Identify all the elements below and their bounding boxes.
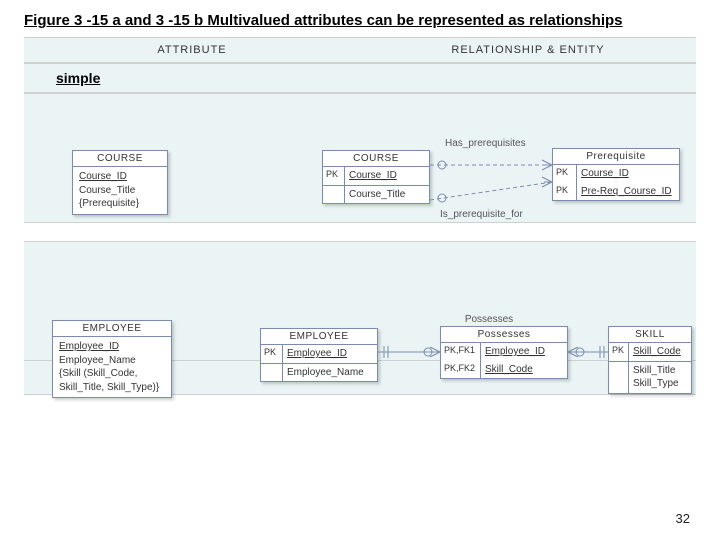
entity-name: COURSE — [323, 151, 429, 167]
simple-band: simple — [24, 63, 696, 93]
entity-name: SKILL — [609, 327, 691, 343]
entity-employee-rel: EMPLOYEE PK Employee_ID Employee_Name — [260, 328, 378, 382]
simple-label: simple — [24, 70, 100, 86]
entity-possesses: Possesses PK,FK1 Employee_ID PK,FK2 Skil… — [440, 326, 568, 379]
figure-title: Figure 3 -15 a and 3 -15 b Multivalued a… — [0, 0, 720, 37]
entity-name: EMPLOYEE — [53, 321, 171, 337]
entity-course-attr: COURSE Course_ID Course_Title {Prerequis… — [72, 150, 168, 215]
page-number: 32 — [676, 511, 690, 526]
entity-attrs: Course_ID Course_Title {Prerequisite} — [73, 167, 167, 214]
entity-skill: SKILL PK Skill_Code Skill_Title Skill_Ty… — [608, 326, 692, 394]
pk-label: PK — [261, 345, 283, 363]
pk-label: PK — [323, 167, 345, 185]
entity-course-rel: COURSE PK Course_ID Course_Title — [322, 150, 430, 204]
pk-label: PK,FK1 — [441, 343, 481, 361]
entity-name: Prerequisite — [553, 149, 679, 165]
pk-label: PK — [553, 183, 577, 201]
entity-name: COURSE — [73, 151, 167, 167]
pk-label: PK,FK2 — [441, 361, 481, 379]
header-relationship-entity: RELATIONSHIP & ENTITY — [360, 38, 696, 62]
entity-prerequisite: Prerequisite PK Course_ID PK Pre-Req_Cou… — [552, 148, 680, 201]
entity-name: EMPLOYEE — [261, 329, 377, 345]
entity-name: Possesses — [441, 327, 567, 343]
pk-label: PK — [553, 165, 577, 183]
header-attribute: ATTRIBUTE — [24, 38, 360, 62]
entity-attrs: Employee_ID Employee_Name {Skill (Skill_… — [53, 337, 171, 397]
entity-employee-attr: EMPLOYEE Employee_ID Employee_Name {Skil… — [52, 320, 172, 398]
pk-label: PK — [609, 343, 629, 361]
column-headers: ATTRIBUTE RELATIONSHIP & ENTITY — [24, 37, 696, 63]
